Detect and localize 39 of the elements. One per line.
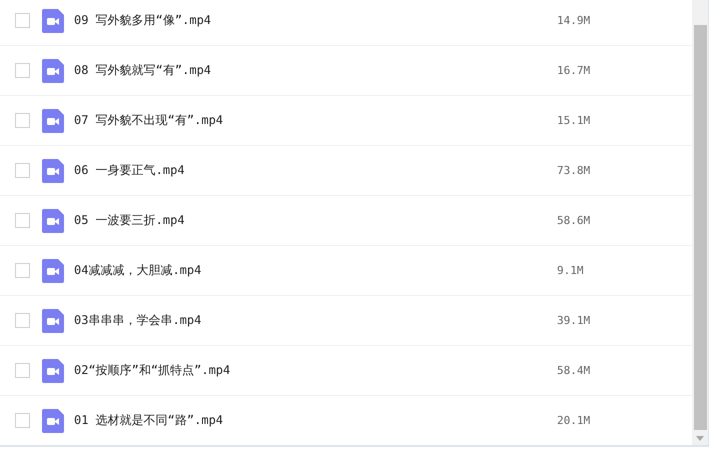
video-file-icon bbox=[42, 408, 64, 432]
video-file-icon bbox=[42, 108, 64, 132]
file-name[interactable]: 02“按顺序”和“抓特点”.mp4 bbox=[74, 362, 544, 379]
scroll-down-arrow-icon[interactable] bbox=[696, 436, 704, 441]
video-file-icon bbox=[42, 258, 64, 282]
checkbox[interactable] bbox=[15, 363, 30, 378]
file-size: 9.1M bbox=[557, 264, 584, 277]
checkbox[interactable] bbox=[15, 413, 30, 428]
file-size: 16.7M bbox=[557, 64, 590, 77]
checkbox[interactable] bbox=[15, 163, 30, 178]
file-size: 14.9M bbox=[557, 14, 590, 27]
scrollbar[interactable] bbox=[692, 0, 708, 445]
file-name[interactable]: 08 写外貌就写“有”.mp4 bbox=[74, 62, 544, 79]
file-name[interactable]: 05 一波要三折.mp4 bbox=[74, 212, 544, 229]
checkbox[interactable] bbox=[15, 63, 30, 78]
file-name[interactable]: 01 选材就是不同“路”.mp4 bbox=[74, 412, 544, 429]
checkbox[interactable] bbox=[15, 313, 30, 328]
video-file-icon bbox=[42, 8, 64, 32]
file-name[interactable]: 04减减减，大胆减.mp4 bbox=[74, 262, 544, 279]
video-file-icon bbox=[42, 158, 64, 182]
file-size: 73.8M bbox=[557, 164, 590, 177]
video-file-icon bbox=[42, 308, 64, 332]
checkbox[interactable] bbox=[15, 263, 30, 278]
file-size: 58.6M bbox=[557, 214, 590, 227]
video-file-icon bbox=[42, 358, 64, 382]
file-name[interactable]: 03串串串，学会串.mp4 bbox=[74, 312, 544, 329]
video-file-icon bbox=[42, 58, 64, 82]
video-file-icon bbox=[42, 208, 64, 232]
file-size: 58.4M bbox=[557, 364, 590, 377]
file-size: 39.1M bbox=[557, 314, 590, 327]
scrollbar-thumb[interactable] bbox=[694, 25, 706, 430]
checkbox[interactable] bbox=[15, 13, 30, 28]
checkbox[interactable] bbox=[15, 113, 30, 128]
file-name[interactable]: 06 一身要正气.mp4 bbox=[74, 162, 544, 179]
file-size: 15.1M bbox=[557, 114, 590, 127]
file-name[interactable]: 07 写外貌不出现“有”.mp4 bbox=[74, 112, 544, 129]
file-size: 20.1M bbox=[557, 414, 590, 427]
file-name[interactable]: 09 写外貌多用“像”.mp4 bbox=[74, 12, 544, 29]
checkbox[interactable] bbox=[15, 213, 30, 228]
